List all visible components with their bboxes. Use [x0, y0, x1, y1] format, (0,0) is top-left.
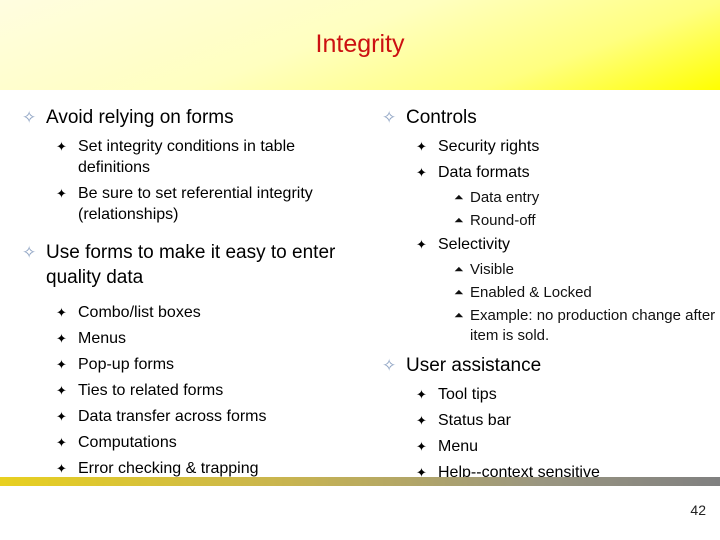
list-item: ✦ Combo/list boxes [56, 304, 201, 321]
triangle-bullet-icon: ⏶ [454, 213, 464, 227]
four-point-star-bullet-icon: ✦ [416, 387, 427, 402]
right-column: ✧ Controls ✦ Security rights ✦ Data form… [382, 105, 717, 488]
bullet-use-forms: ✧ Use forms to make it easy to enter qua… [22, 242, 336, 288]
four-point-star-bullet-icon: ✦ [56, 409, 67, 424]
four-point-star-bullet-icon: ✦ [56, 186, 67, 201]
list-item: ✦ Menu [416, 438, 479, 455]
list-item: ✦ Error checking & trapping [56, 460, 259, 477]
bullet-user-assistance: ✧ User assistance [382, 355, 542, 376]
list-item: ✦ Data formats [416, 164, 530, 181]
four-point-star-bullet-icon: ✦ [56, 357, 67, 372]
page-number: 42 [690, 502, 706, 518]
list-item: ✦ Selectivity [416, 236, 511, 253]
four-point-star-bullet-icon: ✦ [56, 305, 67, 320]
title-banner: Integrity [0, 0, 720, 90]
diamond-outline-bullet-icon: ✧ [22, 108, 37, 127]
sub-list-item: ⏶ Round-off [454, 212, 536, 229]
list-item: ✦ Be sure to set referential integrity (… [56, 185, 313, 223]
slide-title: Integrity [315, 30, 405, 58]
left-column: ✧ Avoid relying on forms ✦ Set integrity… [22, 105, 362, 484]
diamond-outline-bullet-icon: ✧ [22, 243, 37, 262]
list-item: ✦ Menus [56, 330, 127, 347]
four-point-star-bullet-icon: ✦ [56, 435, 67, 450]
list-item: ✦ Set integrity conditions in table defi… [56, 138, 296, 176]
sub-list-item: ⏶ Data entry [454, 189, 540, 206]
triangle-bullet-icon: ⏶ [454, 308, 464, 322]
four-point-star-bullet-icon: ✦ [416, 413, 427, 428]
four-point-star-bullet-icon: ✦ [416, 439, 427, 454]
four-point-star-bullet-icon: ✦ [416, 165, 427, 180]
triangle-bullet-icon: ⏶ [454, 285, 464, 299]
diamond-outline-bullet-icon: ✧ [382, 108, 397, 127]
four-point-star-bullet-icon: ✦ [56, 383, 67, 398]
diamond-outline-bullet-icon: ✧ [382, 356, 397, 375]
four-point-star-bullet-icon: ✦ [56, 461, 67, 476]
sub-list-item: ⏶ Visible [454, 261, 514, 278]
sub-list-item: ⏶ Enabled & Locked [454, 284, 592, 301]
list-item: ✦ Computations [56, 434, 177, 451]
list-item: ✦ Security rights [416, 138, 540, 155]
bullet-avoid-forms: ✧ Avoid relying on forms [22, 107, 234, 128]
four-point-star-bullet-icon: ✦ [416, 237, 427, 252]
sub-list-item: ⏶ Example: no production change after it… [454, 307, 716, 344]
bullet-controls: ✧ Controls [382, 107, 477, 128]
list-item: ✦ Data transfer across forms [56, 408, 267, 425]
four-point-star-bullet-icon: ✦ [416, 139, 427, 154]
triangle-bullet-icon: ⏶ [454, 262, 464, 276]
list-item: ✦ Tool tips [416, 386, 497, 403]
four-point-star-bullet-icon: ✦ [56, 139, 67, 154]
footer-divider [0, 477, 720, 486]
list-item: ✦ Ties to related forms [56, 382, 224, 399]
triangle-bullet-icon: ⏶ [454, 190, 464, 204]
four-point-star-bullet-icon: ✦ [56, 331, 67, 346]
list-item: ✦ Status bar [416, 412, 511, 429]
list-item: ✦ Pop-up forms [56, 356, 175, 373]
